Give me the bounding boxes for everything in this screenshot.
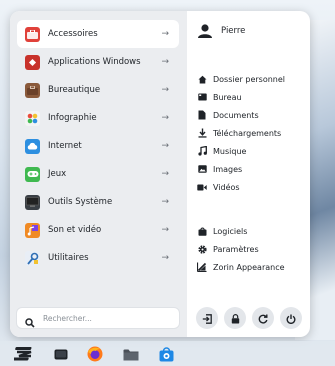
home-icon: [197, 74, 207, 84]
category-label: Utilitaires: [48, 253, 89, 263]
logout-button[interactable]: [196, 307, 218, 329]
category-label: Jeux: [48, 169, 67, 179]
logout-icon: [202, 309, 212, 328]
music-icon: [197, 146, 207, 156]
firefox-icon[interactable]: [87, 346, 103, 362]
place-desktop[interactable]: Bureau: [197, 92, 242, 102]
place-label: Musique: [213, 146, 247, 156]
arrow-right-icon: →: [161, 169, 169, 179]
place-label: Documents: [213, 110, 259, 120]
place-images[interactable]: Images: [197, 164, 242, 174]
workspace-icon[interactable]: [53, 346, 69, 362]
zorin-menu-icon[interactable]: [14, 345, 34, 362]
category-label: Outils Système: [48, 197, 113, 207]
system-software[interactable]: Logiciels: [197, 226, 247, 236]
place-documents[interactable]: Documents: [197, 110, 259, 120]
taskbar: [0, 341, 335, 366]
search-box[interactable]: [17, 308, 179, 328]
video-icon: [197, 182, 207, 192]
category-label: Internet: [48, 141, 82, 151]
place-label: Vidéos: [213, 182, 240, 192]
category-games[interactable]: Jeux →: [17, 160, 179, 188]
arrow-right-icon: →: [161, 85, 169, 95]
place-home[interactable]: Dossier personnel: [197, 74, 285, 84]
place-videos[interactable]: Vidéos: [197, 182, 240, 192]
appearance-icon: [197, 262, 207, 272]
windows-apps-icon: [25, 54, 40, 70]
system-label: Zorin Appearance: [213, 262, 285, 272]
arrow-right-icon: →: [161, 197, 169, 207]
place-music[interactable]: Musique: [197, 146, 246, 156]
desktop-icon: [197, 92, 207, 102]
restart-button[interactable]: [252, 307, 274, 329]
system-tools-icon: [25, 194, 40, 210]
lock-icon: [231, 309, 240, 328]
category-panel: Accessoires → Applications Windows → Bur…: [10, 11, 187, 337]
system-label: Logiciels: [213, 226, 248, 236]
arrow-right-icon: →: [161, 141, 169, 151]
category-accessories[interactable]: Accessoires →: [17, 20, 179, 48]
search-icon: [25, 313, 35, 328]
utilities-icon: [25, 250, 40, 266]
download-icon: [197, 128, 207, 138]
category-label: Infographie: [48, 113, 97, 123]
software-icon: [197, 226, 207, 236]
sound-video-icon: [25, 222, 40, 238]
power-icon: [286, 309, 296, 328]
arrow-right-icon: →: [161, 29, 169, 39]
system-settings[interactable]: Paramètres: [197, 244, 259, 254]
category-system-tools[interactable]: Outils Système →: [17, 188, 179, 216]
user-name: Pierre: [221, 26, 246, 36]
files-icon[interactable]: [123, 346, 139, 362]
category-sound-video[interactable]: Son et vidéo →: [17, 216, 179, 244]
internet-cloud-icon: [25, 138, 40, 154]
user-button[interactable]: Pierre: [197, 24, 245, 38]
category-windows-apps[interactable]: Applications Windows →: [17, 48, 179, 76]
restart-icon: [258, 309, 268, 328]
category-graphics[interactable]: Infographie →: [17, 104, 179, 132]
place-label: Bureau: [213, 92, 242, 102]
power-button[interactable]: [280, 307, 302, 329]
document-icon: [197, 110, 207, 120]
user-avatar-icon: [197, 24, 213, 38]
place-label: Images: [213, 164, 243, 174]
place-downloads[interactable]: Téléchargements: [197, 128, 281, 138]
system-label: Paramètres: [213, 244, 259, 254]
category-label: Bureautique: [48, 85, 101, 95]
category-label: Accessoires: [48, 29, 98, 39]
software-store-icon[interactable]: [158, 346, 174, 362]
arrow-right-icon: →: [161, 113, 169, 123]
system-appearance[interactable]: Zorin Appearance: [197, 262, 285, 272]
category-utilities[interactable]: Utilitaires →: [17, 244, 179, 272]
lock-button[interactable]: [224, 307, 246, 329]
category-label: Applications Windows: [48, 57, 141, 67]
arrow-right-icon: →: [161, 253, 169, 263]
category-label: Son et vidéo: [48, 225, 102, 235]
app-menu: Accessoires → Applications Windows → Bur…: [10, 11, 310, 337]
search-input[interactable]: [41, 312, 165, 324]
office-icon: [25, 82, 40, 98]
category-internet[interactable]: Internet →: [17, 132, 179, 160]
accessories-icon: [25, 26, 40, 42]
graphics-icon: [25, 110, 40, 126]
place-label: Téléchargements: [213, 128, 282, 138]
settings-gear-icon: [197, 244, 207, 254]
image-icon: [197, 164, 207, 174]
places-panel: Pierre Dossier personnel Bureau Document…: [187, 11, 310, 337]
category-office[interactable]: Bureautique →: [17, 76, 179, 104]
place-label: Dossier personnel: [213, 74, 286, 84]
arrow-right-icon: →: [161, 57, 169, 67]
games-icon: [25, 166, 40, 182]
arrow-right-icon: →: [161, 225, 169, 235]
